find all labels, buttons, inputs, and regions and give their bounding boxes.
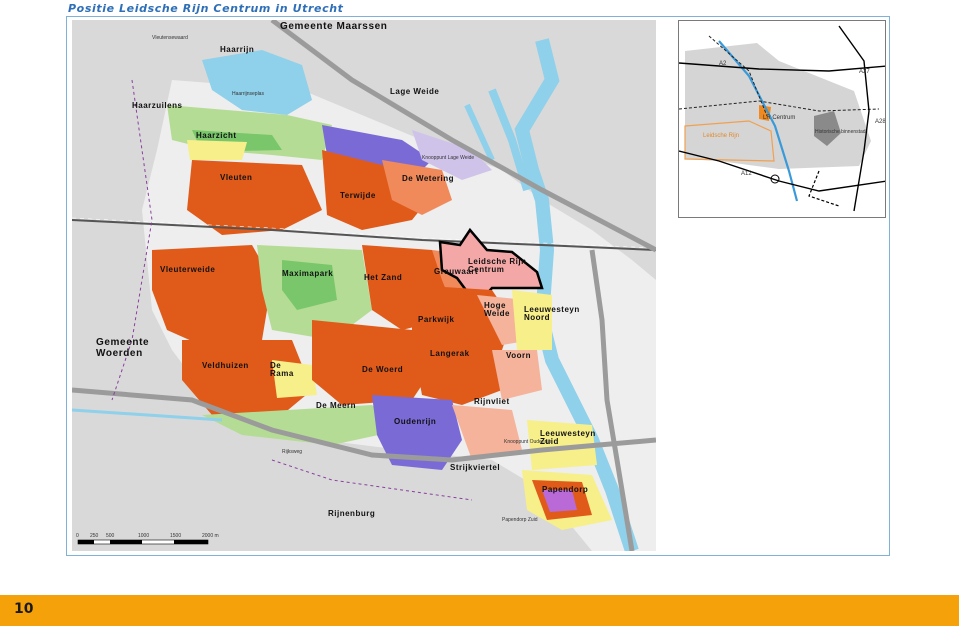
inset-label-leidsche-rijn: Leidsche Rijn xyxy=(703,133,740,139)
label-de-rama: De Rama xyxy=(270,361,294,379)
label-de-meern: De Meern xyxy=(316,401,357,410)
scale-tick-0: 0 xyxy=(76,533,79,539)
label-leidsche-rijn-centrum: Leidsche Rijn Centrum xyxy=(468,257,527,275)
inset-overview-map[interactable]: A2 A27 A28 A12 LR Centrum Leidsche Rijn … xyxy=(678,20,886,218)
label-papendorp: Papendorp xyxy=(542,485,589,494)
scale-tick-500: 500 xyxy=(106,533,115,539)
label-parkwijk: Parkwijk xyxy=(418,315,455,324)
label-oudenrijn: Oudenrijn xyxy=(394,417,437,426)
scale-tick-1000: 1000 xyxy=(138,533,150,539)
page-footer: 10 xyxy=(0,595,959,626)
street-label-4: Papendorp Zuid xyxy=(502,517,538,523)
inset-label-a27: A27 xyxy=(859,69,870,75)
label-terwijde: Terwijde xyxy=(340,191,376,200)
street-label-2: Knooppunt Lage Weide xyxy=(422,155,475,161)
label-langerak: Langerak xyxy=(430,349,470,358)
street-label-5: Rijksweg xyxy=(282,449,303,455)
label-de-wetering: De Wetering xyxy=(402,174,455,183)
label-hoge-weide: Hoge Weide xyxy=(484,301,510,319)
street-label-3: Knooppunt Oudenrijn xyxy=(504,439,552,445)
inset-label-lr-centrum: LR Centrum xyxy=(763,115,796,121)
page-number: 10 xyxy=(14,601,34,617)
label-leeuwesteyn-noord: Leeuwesteyn Noord xyxy=(524,305,580,323)
label-vleuten: Vleuten xyxy=(220,173,253,182)
label-haarzuilens: Haarzuilens xyxy=(132,101,183,110)
inset-label-a12: A12 xyxy=(741,171,752,177)
district-map[interactable]: Gemeente Maarssen Haarrijn Haarzuilens L… xyxy=(72,20,656,551)
scale-tick-1500: 1500 xyxy=(170,533,182,539)
inset-label-a28: A28 xyxy=(875,119,886,125)
scale-tick-250: 250 xyxy=(90,533,99,539)
label-rijnvliet: Rijnvliet xyxy=(474,397,510,406)
inset-label-a2: A2 xyxy=(719,61,727,67)
scale-tick-2000: 2000 m xyxy=(202,533,219,539)
inset-label-historische-binnenstad: Historische binnenstad xyxy=(815,129,866,135)
page-title: Positie Leidsche Rijn Centrum in Utrecht xyxy=(68,2,344,15)
label-veldhuizen: Veldhuizen xyxy=(202,361,249,370)
label-maximapark: Maximapark xyxy=(282,269,334,278)
label-vleuterweide: Vleuterweide xyxy=(160,265,216,274)
label-lage-weide: Lage Weide xyxy=(390,87,440,96)
label-gemeente-maarssen: Gemeente Maarssen xyxy=(280,21,388,32)
label-voorn: Voorn xyxy=(506,351,532,360)
street-label-0: Vleutensewaard xyxy=(152,35,188,41)
label-het-zand: Het Zand xyxy=(364,273,403,282)
map-canvas xyxy=(72,20,656,551)
label-strijkviertel: Strijkviertel xyxy=(450,463,501,472)
label-haarzicht: Haarzicht xyxy=(196,131,237,140)
label-gemeente-woerden: Gemeente Woerden xyxy=(96,337,150,359)
label-rijnenburg: Rijnenburg xyxy=(328,509,376,518)
street-label-1: Haarrijnseplas xyxy=(232,91,264,97)
scale-bar xyxy=(77,539,209,545)
label-de-woerd: De Woerd xyxy=(362,365,404,374)
label-haarrijn: Haarrijn xyxy=(220,45,255,54)
